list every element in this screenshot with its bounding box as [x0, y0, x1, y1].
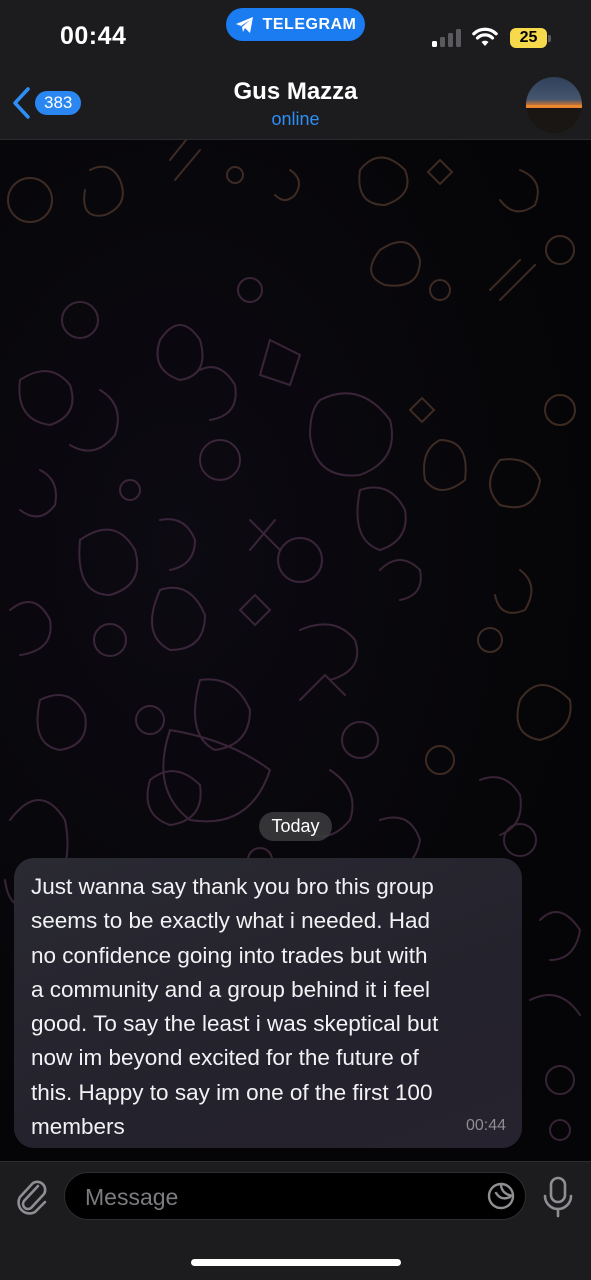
wifi-icon	[472, 27, 498, 46]
message-timestamp: 00:44	[465, 1117, 506, 1134]
date-separator: Today	[259, 812, 332, 841]
avatar[interactable]	[526, 77, 582, 133]
message-line: now im beyond excited for the future of	[31, 1045, 419, 1071]
message-input-bar: Message	[0, 1161, 591, 1280]
message-line: no confidence going into trades but with	[31, 942, 428, 968]
message-line: this. Happy to say im one of the first 1…	[31, 1079, 433, 1105]
message-text: Just wanna say thank you bro this group …	[31, 870, 506, 1144]
avatar-image	[526, 105, 582, 133]
chat-header: 383 Gus Mazza online	[0, 62, 591, 140]
cellular-signal-icon	[432, 29, 461, 47]
status-time: 00:44	[60, 22, 127, 50]
app-pill-label: TELEGRAM	[262, 15, 357, 33]
contact-name[interactable]: Gus Mazza	[0, 78, 591, 106]
message-line: Just wanna say thank you bro this group	[31, 874, 434, 899]
battery-level: 25	[510, 28, 547, 48]
message-line: members	[31, 1114, 125, 1140]
sticker-icon[interactable]	[486, 1181, 516, 1211]
message-line: a community and a group behind it i feel	[31, 976, 430, 1002]
battery-icon: 25	[510, 28, 552, 48]
message-line: seems to be exactly what i needed. Had	[31, 908, 430, 934]
microphone-icon[interactable]	[541, 1176, 575, 1218]
return-to-app-pill[interactable]: TELEGRAM	[226, 8, 365, 41]
message-line: good. To say the least i was skeptical b…	[31, 1011, 439, 1037]
incoming-message-bubble[interactable]: Just wanna say thank you bro this group …	[14, 858, 522, 1148]
telegram-icon	[235, 16, 253, 33]
status-bar: 00:44 TELEGRAM 25	[0, 0, 591, 62]
home-indicator	[191, 1259, 401, 1266]
chat-area[interactable]: Today Just wanna say thank you bro this …	[0, 140, 591, 1161]
message-placeholder: Message	[85, 1184, 179, 1210]
message-input[interactable]: Message	[64, 1172, 526, 1220]
contact-status: online	[271, 109, 320, 129]
paperclip-icon[interactable]	[14, 1176, 50, 1216]
battery-tip	[548, 35, 551, 42]
